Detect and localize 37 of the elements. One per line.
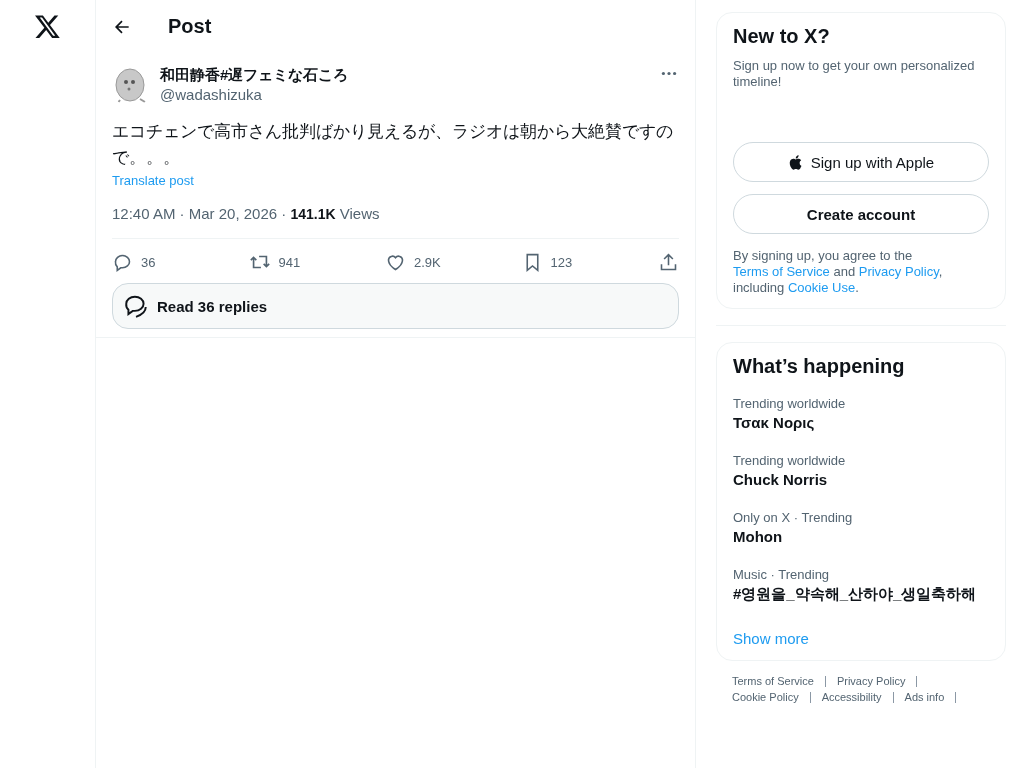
x-logo-icon[interactable] [34,13,61,40]
trend-context: Trending worldwide [733,396,847,411]
trend-context: Trending worldwide [733,453,847,468]
trend-name: Chuck Norris [733,471,829,488]
trend-context: Music · Trending [733,567,831,582]
footer-link[interactable]: Terms of Service [732,675,814,687]
trend-name: Mohon [733,528,784,545]
trends-title: What’s happening [733,355,906,378]
action-count: 941 [278,254,301,270]
read-replies-button[interactable]: Read 36 replies [112,283,679,329]
trend-context: Only on X · Trending [733,510,854,525]
more-options-icon[interactable] [661,71,677,76]
trend-item[interactable]: Trending worldwide Τσακ Νορις [733,396,989,431]
trend-name: #영원을_약속해_산하야_생일축하해 [733,585,978,604]
action-count: 123 [550,254,573,270]
action-count: 2.9K [414,254,441,270]
post-timestamp: 12:40 AM · Mar 20, 2026 · 141.1K Views [112,205,381,222]
post-text: エコチェンで高市さん批判ばかり見えるが、ラジオは朝から大絶賛ですので。。。 [112,121,674,169]
footer-link[interactable]: Ads info [904,691,945,703]
action-count: 36 [141,254,156,270]
share-icon[interactable] [658,251,679,273]
chat-bubbles-icon [123,293,149,319]
trend-item[interactable]: Music · Trending #영원을_약속해_산하야_생일축하해 [733,567,989,604]
trend-item[interactable]: Only on X · Trending Mohon [733,510,989,545]
legal-notice: By signing up, you agree to the Terms of Service and Privacy Policy, including Cookie Use. [733,248,944,296]
footer-link[interactable]: Accessibility [821,691,882,703]
trend-item[interactable]: Trending worldwide Chuck Norris [733,453,989,488]
create-account-button[interactable]: Create account [733,194,989,234]
footer-link[interactable]: Privacy Policy [836,675,906,687]
signup-title: New to X? [733,25,831,48]
page-title: Post [168,15,212,38]
user-handle[interactable]: @wadashizuka [160,85,653,105]
display-name[interactable]: 和田静香#遅フェミな石ころ [160,65,653,85]
trend-name: Τσακ Νορις [733,414,816,431]
footer-link[interactable]: Cookie Policy [732,691,799,703]
signup-subtitle: Sign up now to get your own personalized timeline! [733,58,976,90]
apple-signup-button[interactable]: Sign up with Apple [733,142,989,182]
